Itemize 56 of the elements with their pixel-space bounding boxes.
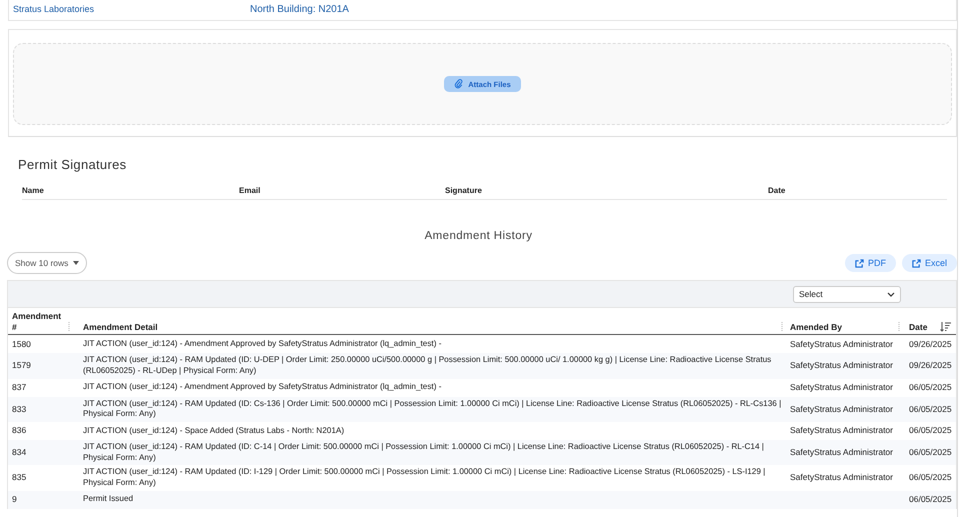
column-header: Name [22, 186, 45, 195]
table-cell-text: 833 [11, 402, 28, 416]
section-title: Amendment History [424, 230, 534, 242]
export-button[interactable]: Excel [902, 254, 957, 272]
sort-descending-icon[interactable] [940, 321, 951, 332]
column-resize-handle-icon[interactable] [68, 322, 70, 332]
column-resize-handle-icon[interactable] [781, 322, 783, 332]
table-cell-text: 06/05/2025 [908, 446, 953, 459]
export-button[interactable]: PDF [844, 254, 896, 272]
table-cell: SafetyStratus Administrator [790, 472, 893, 482]
table-cell-text: JIT ACTION (user_id:124) - RAM Updated (ID: I-129 | Order Limit: 500.00000 mCi | Possession Limit: 1.00000 Ci mCi) | License Line: Radioactive License Stratus (RL06052025) - LS-I129 | Physical Form: Any) [82, 466, 766, 489]
table-cell-text: 1580 [11, 338, 32, 351]
table-cell-text: JIT ACTION (user_id:124) - Amendment Approved by SafetyStratus Administrator (lq_admin_test) - [82, 338, 442, 350]
table-cell: SafetyStratus Administrator [790, 447, 893, 457]
table-cell-text: 9 [11, 492, 18, 506]
export-icon [912, 258, 921, 268]
table-cell-text: 09/26/2025 [908, 338, 953, 351]
table-cell-text: 834 [11, 446, 28, 459]
table-cell: SafetyStratus Administrator [790, 404, 893, 414]
table-cell-text: Permit Issued [82, 493, 134, 506]
facility-link[interactable]: Stratus Laboratories [13, 4, 250, 15]
column-header[interactable]: Amended By [790, 322, 842, 332]
column-resize-handle-icon[interactable] [898, 322, 900, 332]
section-title: Permit Signatures [18, 157, 128, 172]
column-header[interactable]: Date [909, 322, 928, 332]
table-cell: SafetyStratus Administrator [790, 382, 893, 392]
export-icon [854, 258, 864, 268]
table-cell: SafetyStratus Administrator [790, 360, 893, 370]
table-cell: SafetyStratus Administrator [790, 425, 893, 436]
space-link[interactable]: North Building: N201A [250, 4, 349, 15]
caret-icon [73, 261, 80, 265]
table-cell-text: 06/05/2025 [908, 381, 953, 394]
table-cell-text: 06/05/2025 [908, 402, 953, 416]
table-cell-text: 06/05/2025 [908, 471, 953, 484]
chevron-down-icon [887, 292, 895, 296]
table-cell-text: 09/26/2025 [908, 359, 953, 372]
table-cell-text: 835 [11, 471, 28, 484]
table-cell: SafetyStratus Administrator [790, 338, 893, 349]
page-size-dropdown[interactable]: Show 10 rows [7, 252, 88, 274]
column-header: Email [239, 186, 262, 195]
table-cell-text: JIT ACTION (user_id:124) - RAM Updated (ID: C-14 | Order Limit: 500.00000 mCi | Possession Limit: 1.00000 Ci mCi) | License Line: Radioactive License Stratus (RL06052025) - RL-C14 | Physical Form: Any) [82, 440, 765, 464]
table-cell-text: JIT ACTION (user_id:124) - RAM Updated (ID: U-DEP | Order Limit: 250.00000 uCi/500.00000 g | Possession Limit: 500.00000 uCi/ 1.00000 kg g) | License Line: Radioactive License Stratus (RL06052025) - RL-UDep | Physical Form: Any) [82, 354, 772, 377]
column-header[interactable]: Amendment # [12, 311, 68, 332]
filter-dropdown[interactable]: Select [793, 286, 901, 302]
table-cell-text: 06/05/2025 [908, 424, 953, 438]
column-header[interactable]: Amendment Detail [83, 322, 158, 332]
table-cell-text: 836 [11, 424, 28, 438]
column-header: Date [768, 186, 786, 195]
paperclip-icon [454, 79, 464, 89]
table-cell-text: JIT ACTION (user_id:124) - Space Added (Stratus Labs - North: N201A) [82, 424, 346, 437]
table-cell-text: 837 [11, 381, 28, 394]
table-cell-text: 1579 [11, 359, 32, 372]
table-cell-text: JIT ACTION (user_id:124) - RAM Updated (ID: Cs-136 | Order Limit: 500.00000 mCi | Possession Limit: 1.00000 Ci mCi) | License Line: Radioactive License Stratus (RL06052025) - RL-Cs136 | Physical Form: Any) [82, 398, 782, 420]
table-cell-text: JIT ACTION (user_id:124) - Amendment Approved by SafetyStratus Administrator (lq_admin_test) - [82, 381, 442, 394]
table-cell-text: 06/05/2025 [908, 492, 953, 506]
column-header: Signature [445, 186, 483, 195]
